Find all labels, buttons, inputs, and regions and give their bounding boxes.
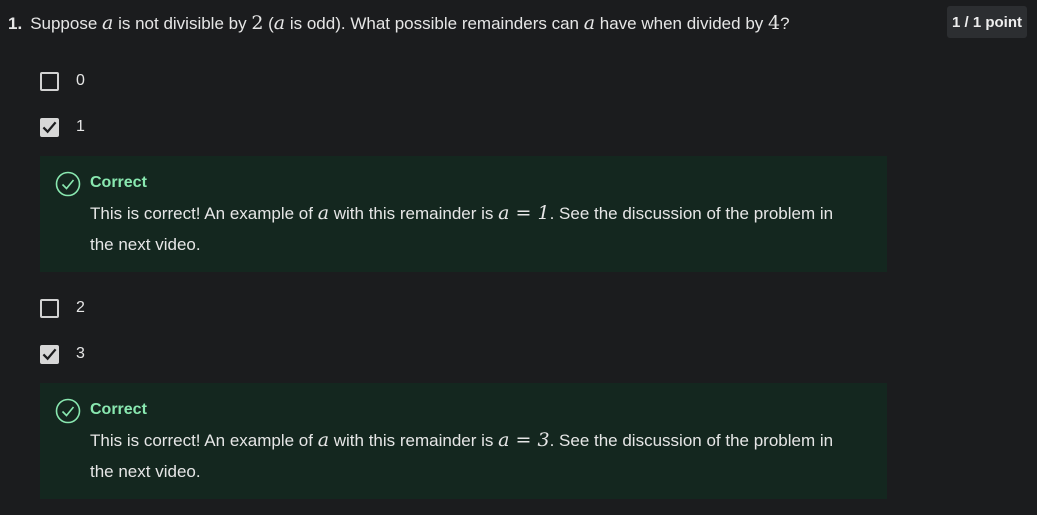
math-variable: a <box>317 202 330 224</box>
question-text: 1. Suppose a is not divisible by 2 (a is … <box>8 12 790 35</box>
math-number: 2 <box>251 12 264 34</box>
math-variable: a <box>317 429 330 451</box>
option-3[interactable]: 3 <box>40 342 85 366</box>
option-1[interactable]: 1 <box>40 115 85 139</box>
math-number: 4 <box>768 12 781 34</box>
check-icon <box>42 121 57 134</box>
checkbox-checked[interactable] <box>40 344 59 364</box>
feedback-panel: Correct This is correct! An example of a… <box>40 383 887 499</box>
option-0[interactable]: 0 <box>40 69 85 93</box>
question-text-part: ? <box>780 14 790 33</box>
math-variable: a <box>273 12 286 34</box>
checkbox-checked[interactable] <box>40 117 59 137</box>
option-label: 0 <box>76 72 85 89</box>
feedback-text: This is correct! An example of a with th… <box>90 198 850 260</box>
feedback-panel: Correct This is correct! An example of a… <box>40 156 887 272</box>
feedback-text: This is correct! An example of a with th… <box>90 425 850 487</box>
check-circle-icon <box>55 398 81 424</box>
feedback-text-part: with this remainder is <box>329 204 499 223</box>
question-text-part: is odd). What possible remainders can <box>285 14 584 33</box>
option-label: 1 <box>76 118 85 135</box>
feedback-title: Correct <box>90 174 147 191</box>
question-text-part: is not divisible by <box>113 14 252 33</box>
math-variable: a <box>102 12 114 34</box>
question-number: 1. <box>8 14 23 33</box>
feedback-title: Correct <box>90 401 147 418</box>
option-label: 2 <box>76 299 85 316</box>
option-label: 3 <box>76 345 85 362</box>
feedback-text-part: with this remainder is <box>329 431 499 450</box>
checkbox[interactable] <box>40 71 59 91</box>
check-circle-icon <box>55 171 81 197</box>
question-text-part: have when divided by <box>595 14 768 33</box>
math-variable: a <box>583 12 596 34</box>
question-text-part: ( <box>263 14 274 33</box>
points-badge: 1 / 1 point <box>946 6 1027 38</box>
option-2[interactable]: 2 <box>40 296 85 320</box>
checkbox[interactable] <box>40 298 59 318</box>
feedback-text-part: This is correct! An example of <box>90 431 318 450</box>
feedback-text-part: This is correct! An example of <box>90 204 318 223</box>
math-equation: a = 3 <box>498 429 550 451</box>
math-equation: a = 1 <box>498 202 550 224</box>
check-icon <box>42 348 57 361</box>
question-text-part: Suppose <box>30 14 103 33</box>
